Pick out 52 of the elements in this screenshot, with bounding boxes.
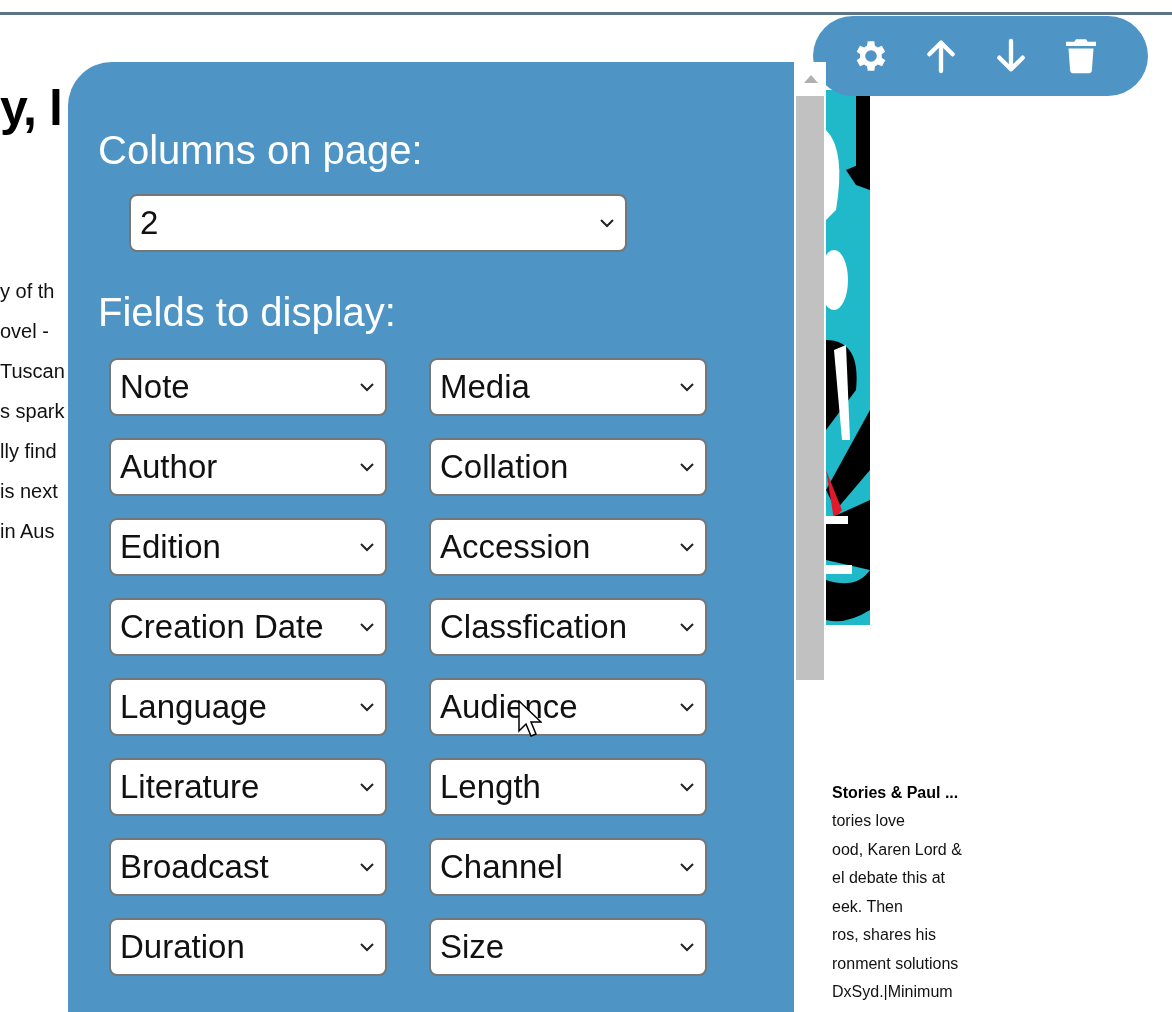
field-dropdown[interactable]: Broadcast	[109, 838, 387, 896]
description-text: s spark	[0, 399, 65, 424]
page-heading: y, l	[0, 83, 62, 133]
description-text: lly find	[0, 439, 57, 464]
chevron-down-icon	[679, 462, 695, 472]
field-dropdown[interactable]: Length	[429, 758, 707, 816]
chevron-down-icon	[679, 622, 695, 632]
chevron-down-icon	[679, 702, 695, 712]
chevron-down-icon	[359, 702, 375, 712]
field-dropdown[interactable]: Literature	[109, 758, 387, 816]
field-dropdown[interactable]: Accession	[429, 518, 707, 576]
field-dropdown[interactable]: Classfication	[429, 598, 707, 656]
description-text: y of th	[0, 279, 55, 304]
chevron-down-icon	[359, 622, 375, 632]
field-dropdown[interactable]: Author	[109, 438, 387, 496]
field-dropdown[interactable]: Language	[109, 678, 387, 736]
field-dropdown[interactable]: Edition	[109, 518, 387, 576]
field-dropdown[interactable]: Channel	[429, 838, 707, 896]
chevron-down-icon	[599, 218, 615, 228]
description-text: in Aus	[0, 519, 55, 544]
article-title: Stories & Paul ...	[832, 783, 960, 803]
field-dropdown[interactable]: Duration	[109, 918, 387, 976]
field-dropdown[interactable]: Size	[429, 918, 707, 976]
description-text: ovel -	[0, 319, 49, 344]
chevron-down-icon	[679, 382, 695, 392]
article-text: DxSyd.|Minimum	[832, 982, 954, 1002]
chevron-down-icon	[679, 862, 695, 872]
field-dropdown[interactable]: Note	[109, 358, 387, 416]
columns-dropdown[interactable]: 2	[129, 194, 627, 252]
chevron-down-icon	[359, 462, 375, 472]
columns-label: Columns on page:	[98, 127, 424, 174]
chevron-down-icon	[359, 542, 375, 552]
chevron-down-icon	[679, 942, 695, 952]
description-text: Tuscan	[0, 359, 65, 384]
scroll-up-icon	[804, 75, 818, 83]
field-dropdown[interactable]: Media	[429, 358, 707, 416]
chevron-down-icon	[359, 862, 375, 872]
field-dropdown[interactable]: Collation	[429, 438, 707, 496]
description-text: is next	[0, 479, 58, 504]
article-text: tories love	[832, 811, 906, 831]
chevron-down-icon	[359, 942, 375, 952]
chevron-down-icon	[359, 782, 375, 792]
chevron-down-icon	[679, 782, 695, 792]
article-text: eek. Then	[832, 896, 904, 917]
article-text: el debate this at	[832, 868, 946, 888]
chevron-down-icon	[679, 542, 695, 552]
article-text: ronment solutions	[832, 953, 960, 974]
chevron-down-icon	[359, 382, 375, 392]
article-text: ros, shares his	[832, 925, 938, 945]
article-text: ood, Karen Lord &	[832, 839, 963, 860]
fields-label: Fields to display:	[98, 289, 397, 336]
field-dropdown[interactable]: Creation Date	[109, 598, 387, 656]
